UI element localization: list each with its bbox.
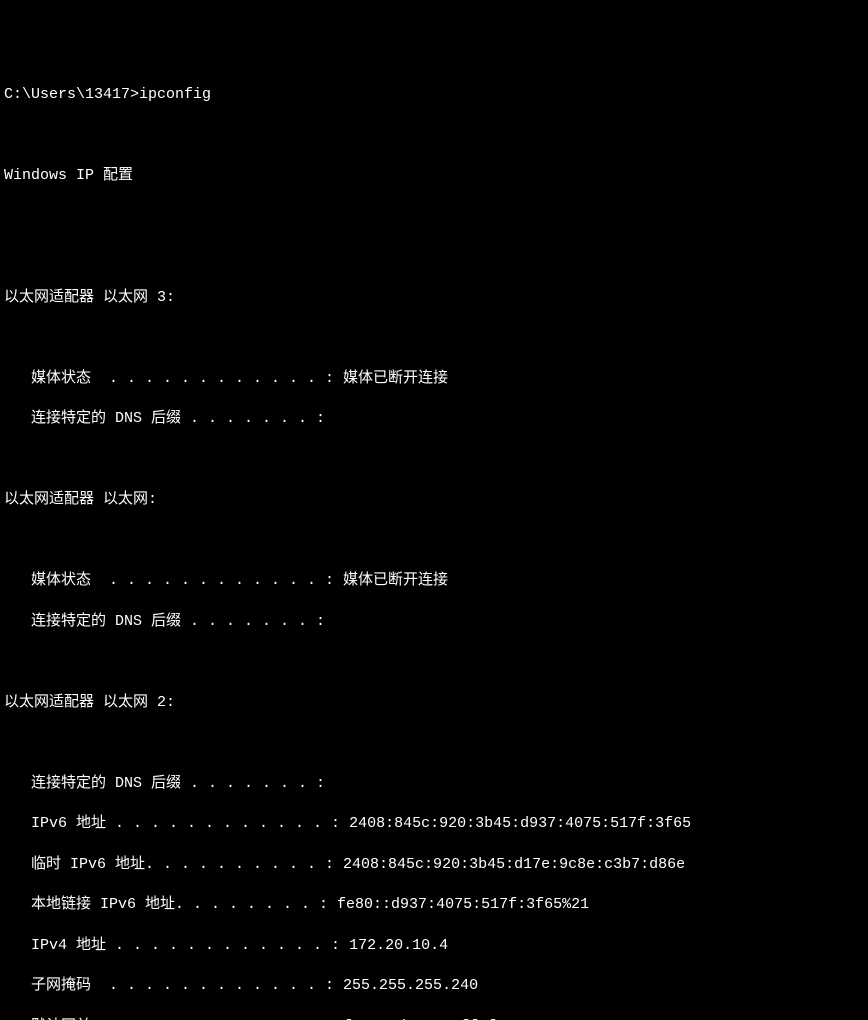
- row-label: 连接特定的 DNS 后缀 . . . . . . . :: [4, 775, 325, 792]
- adapter-row: 子网掩码 . . . . . . . . . . . . : 255.255.2…: [4, 976, 864, 996]
- adapter-title: 以太网适配器 以太网 2:: [4, 693, 864, 713]
- adapter-row: 默认网关. . . . . . . . . . . . . : fe80::dc…: [4, 1017, 864, 1020]
- blank-line: [4, 652, 864, 672]
- adapter-row: IPv4 地址 . . . . . . . . . . . . : 172.20…: [4, 936, 864, 956]
- adapter-row: 连接特定的 DNS 后缀 . . . . . . . :: [4, 612, 864, 632]
- prompt-command: ipconfig: [139, 86, 211, 103]
- blank-line: [4, 207, 864, 227]
- blank-line: [4, 733, 864, 753]
- adapter-row: IPv6 地址 . . . . . . . . . . . . : 2408:8…: [4, 814, 864, 834]
- output-header: Windows IP 配置: [4, 166, 864, 186]
- adapter-row: 媒体状态 . . . . . . . . . . . . : 媒体已断开连接: [4, 369, 864, 389]
- adapter-title: 以太网适配器 以太网 3:: [4, 288, 864, 308]
- blank-line: [4, 531, 864, 551]
- adapter-row: 连接特定的 DNS 后缀 . . . . . . . :: [4, 409, 864, 429]
- blank-line: [4, 328, 864, 348]
- row-value: fe80::dc52:85ff:fe58:7464%21: [343, 1018, 595, 1020]
- adapter-row: 连接特定的 DNS 后缀 . . . . . . . :: [4, 774, 864, 794]
- row-label: 子网掩码 . . . . . . . . . . . . :: [4, 977, 343, 994]
- row-label: IPv6 地址 . . . . . . . . . . . . :: [4, 815, 349, 832]
- row-label: 临时 IPv6 地址. . . . . . . . . . :: [4, 856, 343, 873]
- row-value: 媒体已断开连接: [343, 572, 448, 589]
- row-label: 连接特定的 DNS 后缀 . . . . . . . :: [4, 613, 325, 630]
- row-value: 255.255.255.240: [343, 977, 478, 994]
- prompt-path: C:\Users\13417>: [4, 86, 139, 103]
- adapter-title: 以太网适配器 以太网:: [4, 490, 864, 510]
- adapter-row: 本地链接 IPv6 地址. . . . . . . . : fe80::d937…: [4, 895, 864, 915]
- row-value: 2408:845c:920:3b45:d17e:9c8e:c3b7:d86e: [343, 856, 685, 873]
- row-value: fe80::d937:4075:517f:3f65%21: [337, 896, 589, 913]
- row-label: 连接特定的 DNS 后缀 . . . . . . . :: [4, 410, 325, 427]
- row-value: 172.20.10.4: [349, 937, 448, 954]
- adapter-row: 媒体状态 . . . . . . . . . . . . : 媒体已断开连接: [4, 571, 864, 591]
- row-label: 本地链接 IPv6 地址. . . . . . . . :: [4, 896, 337, 913]
- adapter-row: 临时 IPv6 地址. . . . . . . . . . : 2408:845…: [4, 855, 864, 875]
- row-label: IPv4 地址 . . . . . . . . . . . . :: [4, 937, 349, 954]
- row-label: 媒体状态 . . . . . . . . . . . . :: [4, 370, 343, 387]
- prompt-line[interactable]: C:\Users\13417>ipconfig: [4, 85, 864, 105]
- row-label: 默认网关. . . . . . . . . . . . . :: [4, 1018, 343, 1020]
- row-value: 2408:845c:920:3b45:d937:4075:517f:3f65: [349, 815, 691, 832]
- row-label: 媒体状态 . . . . . . . . . . . . :: [4, 572, 343, 589]
- blank-line: [4, 450, 864, 470]
- blank-line: [4, 247, 864, 267]
- row-value: 媒体已断开连接: [343, 370, 448, 387]
- blank-line: [4, 126, 864, 146]
